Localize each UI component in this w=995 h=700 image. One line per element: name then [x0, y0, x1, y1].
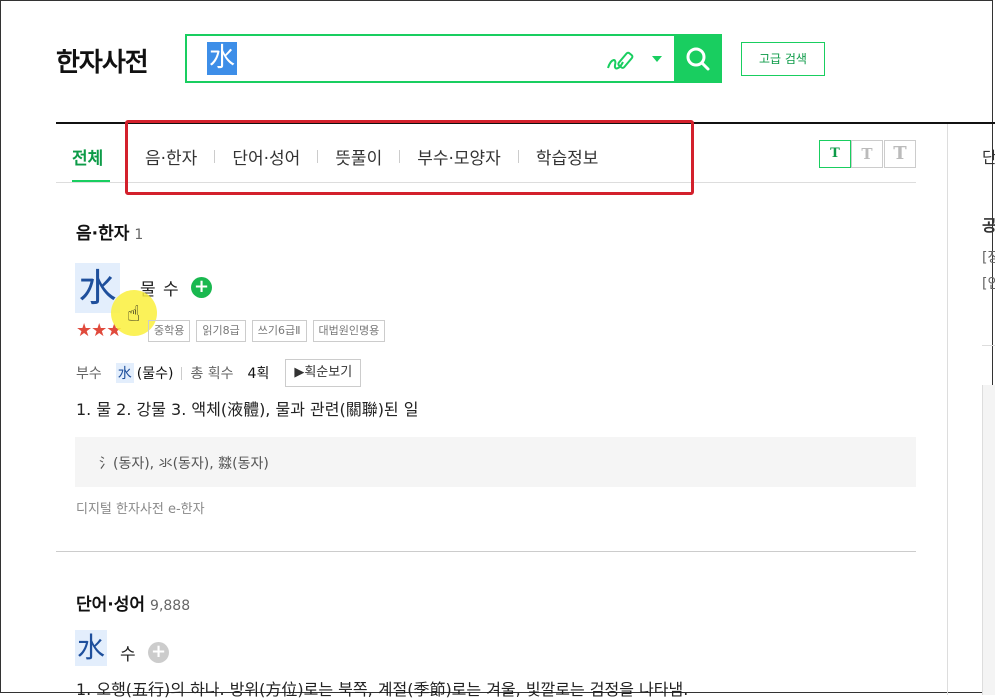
search-icon — [686, 47, 710, 71]
tab-all[interactable]: 전체 — [72, 144, 103, 169]
badge: 대법원인명용 — [312, 320, 386, 342]
badge: 중학용 — [148, 320, 191, 342]
word-character[interactable]: 水 — [75, 630, 107, 666]
right-panel-line: [인 — [982, 276, 995, 292]
radical-char[interactable]: 水 — [115, 363, 134, 383]
font-size-medium-button[interactable]: T — [851, 140, 883, 168]
right-panel-title: 공 — [982, 216, 995, 235]
meta-separator — [181, 366, 183, 380]
hanja-meanings: 1. 물 2. 강물 3. 액체(液體), 물과 관련(關聯)된 일 — [76, 400, 419, 419]
search-input[interactable]: 水 — [207, 42, 238, 75]
right-panel-box — [982, 385, 995, 695]
badge: 읽기8급 — [196, 320, 246, 342]
add-wordbook-icon[interactable]: + — [191, 277, 212, 298]
strokes-label: 총 획수 — [190, 366, 234, 382]
result-count: 9,888 — [150, 598, 191, 614]
source-label[interactable]: 디지털 한자사전 e-한자 — [76, 498, 205, 517]
badge: 쓰기6급Ⅱ — [251, 320, 307, 342]
right-panel-divider — [982, 345, 995, 346]
site-logo[interactable]: 한자사전 — [56, 42, 149, 79]
font-size-large-button[interactable]: T — [884, 140, 916, 168]
variants-box: 氵(동자), 氺(동자), 㵘(동자) — [75, 437, 916, 487]
hanja-meta: 부수 水 (물수) 총 획수 4획 ▶획순보기 — [76, 359, 362, 387]
chevron-down-icon[interactable] — [652, 56, 662, 62]
right-panel-line: [장 — [982, 250, 995, 266]
word-meaning: 1. 오행(五行)의 하나. 방위(方位)로는 북쪽, 계절(季節)로는 겨울,… — [76, 680, 689, 699]
right-panel-tab[interactable]: 단 — [982, 144, 995, 168]
tabs-highlight-box — [125, 120, 694, 195]
right-column-divider — [947, 124, 948, 695]
add-wordbook-icon[interactable]: + — [148, 642, 169, 663]
section-title-text: 단어·성어 — [76, 595, 146, 615]
stroke-order-button[interactable]: ▶획순보기 — [285, 359, 362, 387]
hanja-section-title: 음·한자 1 — [76, 219, 143, 244]
search-button[interactable] — [674, 34, 722, 83]
word-reading[interactable]: 수 — [120, 640, 136, 665]
level-badges: 중학용 읽기8급 쓰기6급Ⅱ 대법원인명용 — [148, 320, 391, 342]
hand-cursor-icon: ☝ — [127, 302, 141, 327]
advanced-search-button[interactable]: 고급 검색 — [741, 42, 825, 76]
section-divider — [56, 551, 916, 552]
search-box[interactable]: 水 — [185, 34, 721, 83]
radical-reading: (물수) — [136, 366, 174, 382]
font-size-small-button[interactable]: T — [819, 140, 851, 168]
words-section-title: 단어·성어 9,888 — [76, 590, 190, 615]
handwriting-pen-icon[interactable] — [605, 48, 639, 78]
strokes-value: 4획 — [247, 366, 270, 382]
radical-label: 부수 — [76, 366, 102, 382]
result-count: 1 — [134, 227, 144, 243]
section-title-text: 음·한자 — [76, 224, 130, 244]
variant-characters[interactable]: 氵(동자), 氺(동자), 㵘(동자) — [99, 453, 269, 473]
